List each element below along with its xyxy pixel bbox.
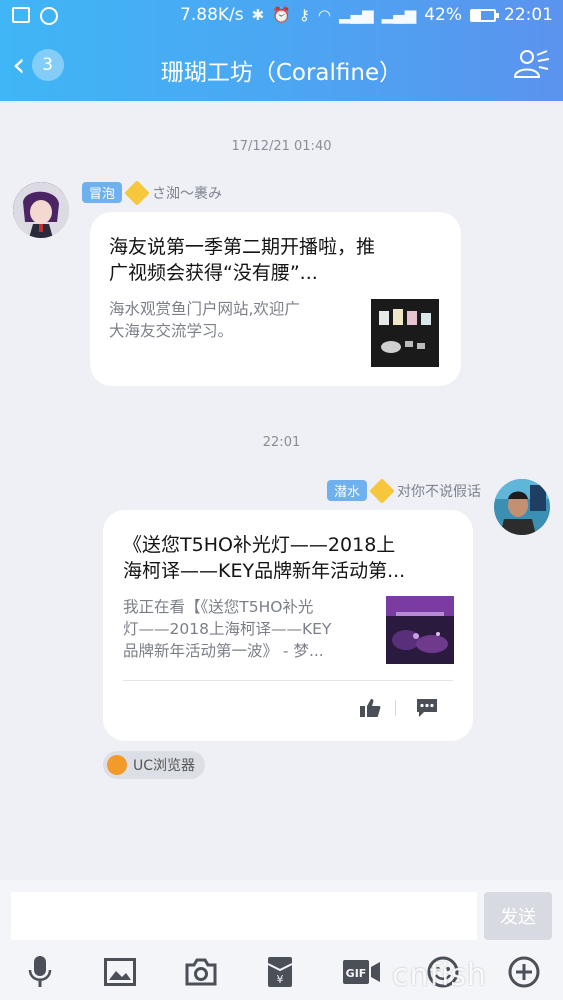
link-card-message[interactable]: 《送您T5HO补光灯——2018上 海柯译——KEY品牌新年活动第... 我正在…	[103, 510, 473, 741]
svg-text:¥: ¥	[277, 973, 284, 986]
sender-meta: 冒泡 さ洳～裹み	[82, 179, 222, 206]
message-input[interactable]	[11, 892, 477, 940]
card-desc-line-2: 大海友交流学习。	[109, 322, 234, 340]
avatar[interactable]	[13, 182, 69, 238]
message-timestamp: 17/12/21 01:40	[231, 139, 332, 154]
avatar[interactable]	[494, 479, 550, 535]
image-icon[interactable]	[102, 954, 138, 990]
comment-icon[interactable]	[416, 698, 438, 718]
card-divider	[123, 680, 453, 681]
camera-icon[interactable]	[183, 954, 219, 990]
gif-icon[interactable]: GIF	[341, 954, 383, 990]
page-title: 珊瑚工坊（Coralfine）	[160, 60, 403, 86]
clock: 22:01	[504, 5, 553, 25]
card-desc-line-1: 海水观赏鱼门户网站,欢迎广	[109, 300, 300, 318]
red-packet-icon[interactable]: ¥	[262, 954, 298, 990]
star-icon	[369, 477, 395, 504]
send-button[interactable]: 发送	[484, 892, 552, 940]
message-timestamp: 22:01	[262, 435, 301, 450]
card-desc-line-1: 我正在看【《送您T5HO补光	[123, 598, 314, 616]
source-app-chip[interactable]: UC浏览器	[103, 751, 206, 779]
card-desc-line-3: 品牌新年活动第一波》 - 梦...	[123, 642, 324, 660]
group-settings-icon[interactable]	[511, 47, 551, 83]
card-title-line-2: 海柯译——KEY品牌新年活动第...	[123, 560, 406, 582]
member-level-tag: 冒泡	[82, 182, 123, 203]
wifi-icon: ◠	[317, 6, 331, 24]
card-thumbnail-image	[386, 596, 454, 664]
sender-name[interactable]: さ洳～裹み	[152, 183, 222, 203]
card-thumbnail-image	[371, 299, 439, 367]
svg-text:GIF: GIF	[346, 967, 367, 980]
member-level-tag: 潜水	[326, 480, 367, 501]
top-bar: 7.88K/s ✱ ⏰ ⚷ ◠ ▂▄▆ ▂▄▆ 42% 22:01 ‹ 3 珊瑚…	[0, 0, 563, 101]
source-app-label: UC浏览器	[133, 758, 196, 774]
status-bar: 7.88K/s ✱ ⏰ ⚷ ◠ ▂▄▆ ▂▄▆ 42% 22:01	[0, 0, 563, 33]
bluetooth-icon: ✱	[251, 6, 265, 24]
key-icon: ⚷	[298, 6, 310, 24]
sender-name[interactable]: 对你不说假话	[397, 481, 481, 501]
more-notification-icon	[40, 7, 58, 25]
link-card-message[interactable]: 海友说第一季第二期开播啦，推 广视频会获得“没有腰”... 海水观赏鱼门户网站,…	[90, 212, 461, 386]
star-icon	[124, 179, 150, 206]
battery-percent: 42%	[424, 5, 462, 25]
signal-icon: ▂▄▆	[338, 6, 374, 24]
network-speed: 7.88K/s	[180, 5, 244, 25]
card-title-line-2: 广视频会获得“没有腰”...	[109, 262, 318, 284]
battery-icon	[470, 8, 499, 22]
action-separator	[395, 700, 396, 716]
thumbs-up-icon[interactable]	[359, 698, 381, 718]
title-bar: ‹ 3 珊瑚工坊（Coralfine）	[0, 33, 563, 101]
card-title-line-1: 《送您T5HO补光灯——2018上	[123, 534, 396, 556]
sender-meta: 潜水 对你不说假话	[326, 477, 481, 504]
watermark: cnfish	[392, 958, 488, 993]
card-actions	[359, 698, 438, 718]
signal-icon-2: ▂▄▆	[381, 6, 417, 24]
plus-icon[interactable]	[506, 954, 542, 990]
card-desc-line-2: 灯——2018上海柯译——KEY	[123, 620, 332, 638]
card-title-line-1: 海友说第一季第二期开播啦，推	[109, 236, 376, 258]
gallery-notification-icon	[12, 7, 30, 23]
microphone-icon[interactable]	[22, 954, 58, 990]
uc-browser-icon	[107, 755, 127, 775]
alarm-icon: ⏰	[272, 6, 291, 24]
